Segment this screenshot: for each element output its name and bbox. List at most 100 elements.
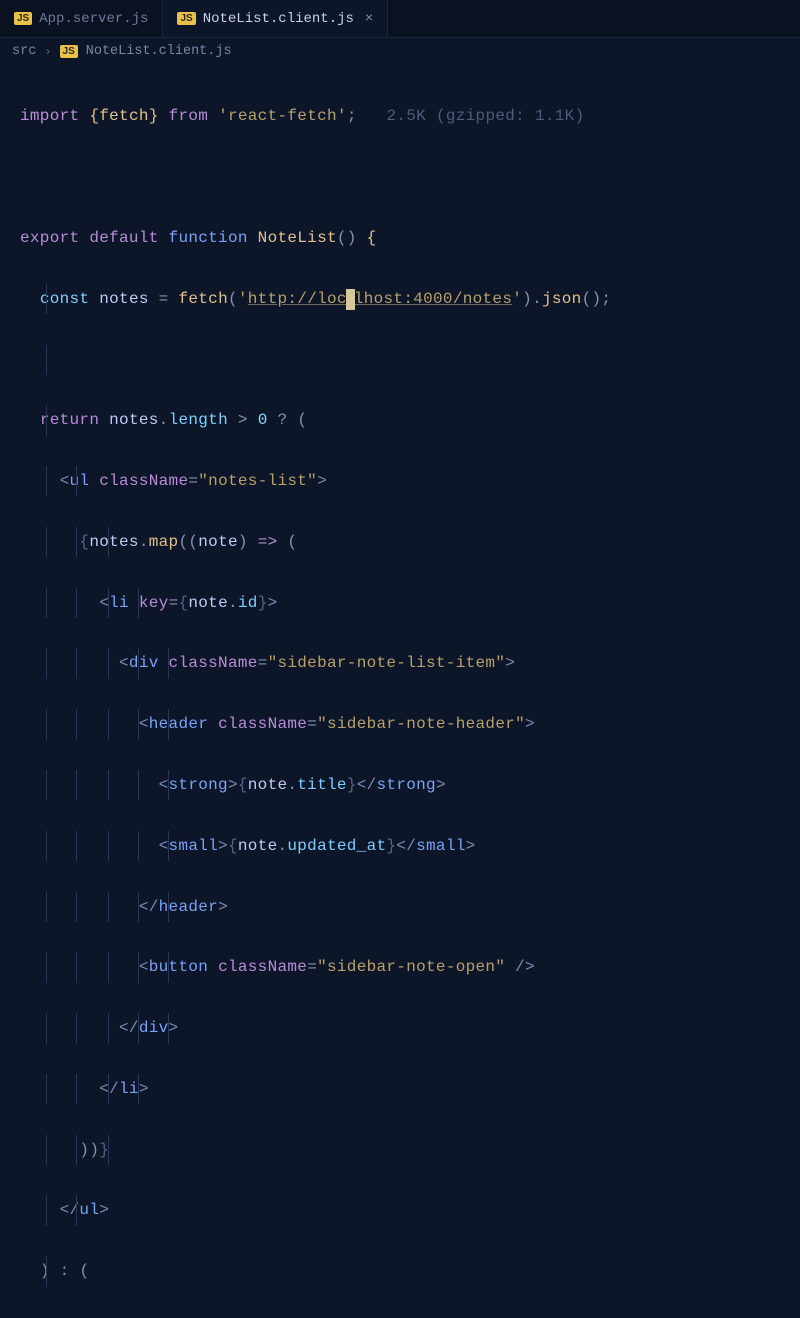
tab-bar: JS App.server.js JS NoteList.client.js × [0,0,800,38]
token-tag: div [139,1019,169,1037]
token-semi: ; [601,290,611,308]
token-tag: strong [377,776,436,794]
token-attr: className [218,715,307,733]
js-icon: JS [60,45,78,58]
token-angle: > [139,1080,149,1098]
token-var: notes [89,533,139,551]
token-parens: () [337,229,357,247]
token-jsx-brace: } [347,776,357,794]
token-map: map [149,533,179,551]
token-var: notes [109,411,159,429]
token-jsx-brace: { [238,776,248,794]
token-attr: className [169,654,258,672]
breadcrumb-segment[interactable]: src [12,44,36,59]
text-cursor [346,289,355,310]
token-var: note [198,533,238,551]
token-angle: > [218,837,228,855]
token-colon: : [60,1262,70,1280]
js-icon: JS [14,12,32,25]
token-var: note [188,594,228,612]
close-icon[interactable]: × [365,11,373,27]
token-angle: > [317,472,327,490]
token-dot: . [532,290,542,308]
token-string: "sidebar-note-open" [317,958,505,976]
token-tag: ul [70,472,90,490]
token-paren: ( [178,533,188,551]
token-paren: ( [228,290,238,308]
token-angle: > [505,654,515,672]
token-angle: < [139,715,149,733]
token-eq: = [188,472,198,490]
token-tag: ul [79,1201,99,1219]
tab-notelist-client[interactable]: JS NoteList.client.js × [163,0,388,37]
token-brace: { [89,107,99,125]
token-paren: ) [89,1141,99,1159]
token-url: http://loc [248,290,347,308]
token-angle: </ [99,1080,119,1098]
token-dot: . [139,533,149,551]
token-paren: ) [40,1262,50,1280]
token-tag: div [129,654,159,672]
token-angle: </ [119,1019,139,1037]
token-const: const [40,290,90,308]
breadcrumb-segment[interactable]: NoteList.client.js [86,44,232,59]
token-return: return [40,411,99,429]
token-string: "sidebar-note-header" [317,715,525,733]
token-prop: updated_at [287,837,386,855]
token-string: "notes-list" [198,472,317,490]
token-eq: = [169,594,179,612]
token-tag: li [119,1080,139,1098]
token-paren: ) [79,1141,89,1159]
token-angle: < [60,472,70,490]
token-paren: ) [238,533,248,551]
token-angle: /> [515,958,535,976]
token-q: ? [278,411,288,429]
token-jsx-brace: { [178,594,188,612]
chevron-right-icon: › [44,45,51,59]
token-attr: className [99,472,188,490]
token-op: > [238,411,248,429]
token-angle: > [228,776,238,794]
token-var: notes [99,290,149,308]
token-tag: button [149,958,208,976]
token-num: 0 [258,411,268,429]
breadcrumb: src › JS NoteList.client.js [0,38,800,65]
token-attr: key [139,594,169,612]
token-string: "sidebar-note-list-item" [268,654,506,672]
token-default: default [89,229,158,247]
token-prop: title [297,776,347,794]
token-prop: id [238,594,258,612]
token-import: import [20,107,79,125]
token-url: lhost:4000/notes [354,290,512,308]
token-jsx-brace: { [79,533,89,551]
token-dot: . [277,837,287,855]
token-paren: ( [188,533,198,551]
token-angle: </ [357,776,377,794]
tab-app-server[interactable]: JS App.server.js [0,0,163,37]
token-jsx-brace: { [228,837,238,855]
token-jsx-brace: } [386,837,396,855]
token-angle: < [139,958,149,976]
token-var: note [248,776,288,794]
token-angle: > [169,1019,179,1037]
token-fn-name: NoteList [258,229,337,247]
token-var: note [238,837,278,855]
tab-label: NoteList.client.js [203,11,354,27]
token-brace: { [367,229,377,247]
token-eq: = [307,715,317,733]
token-paren: ( [287,533,297,551]
token-eq: = [159,290,169,308]
token-from: from [169,107,209,125]
token-json: json [542,290,582,308]
token-angle: > [436,776,446,794]
token-semi: ; [347,107,357,125]
tab-label: App.server.js [39,11,148,27]
token-eq: = [258,654,268,672]
token-quote: ' [238,290,248,308]
code-editor[interactable]: import {fetch} from 'react-fetch'; 2.5K … [0,65,800,1317]
token-paren: ( [297,411,307,429]
import-cost-hint: 2.5K (gzipped: 1.1K) [386,107,584,125]
token-parens: () [582,290,602,308]
token-dot: . [228,594,238,612]
token-angle: > [218,898,228,916]
